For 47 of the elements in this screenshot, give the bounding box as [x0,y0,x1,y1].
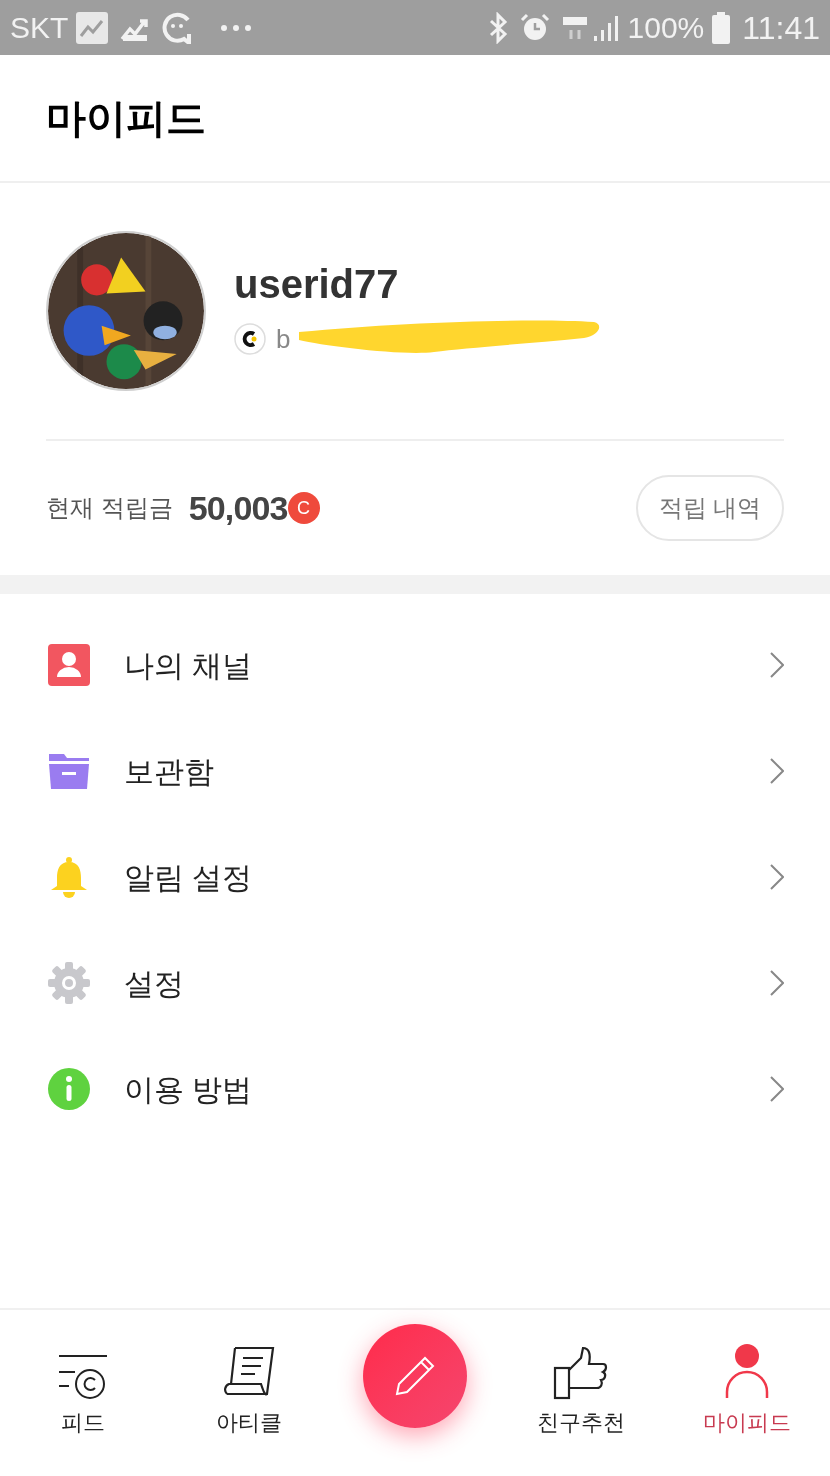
bell-icon [49,856,89,898]
nav-tab[interactable]: 마이피드 [664,1340,830,1439]
gear-icon [48,962,90,1004]
battery-percent: 100% [627,10,705,46]
menu-item[interactable]: 보관함 [0,718,830,824]
person-icon [725,1344,769,1400]
chart-icon [76,11,109,44]
thumbs-up-icon [553,1346,609,1400]
chat-bubble-icon [162,11,193,44]
nav-tab[interactable]: 친구추천 [498,1340,664,1439]
menu-label: 설정 [124,965,185,1002]
nav-tab[interactable]: 피드 [0,1340,166,1439]
email-text: b [276,322,291,356]
coin-badge: C [287,492,320,524]
menu-label: 이용 방법 [124,1071,254,1108]
bluetooth-icon [487,11,508,44]
person-icon [48,644,90,686]
battery-icon [712,11,731,44]
nav-tab[interactable]: 아티클 [166,1340,332,1439]
menu-item[interactable]: 나의 채널 [0,612,830,718]
chevron-right-icon [770,970,784,996]
menu-label: 나의 채널 [124,647,254,684]
chevron-right-icon [770,1076,784,1102]
menu-label: 알림 설정 [124,859,254,896]
menu-item[interactable]: 이용 방법 [0,1036,830,1142]
page-title: 마이피드 [46,95,206,142]
chevron-right-icon [770,758,784,784]
signal-icon [591,13,620,42]
menu-label: 보관함 [124,753,215,790]
carrier-name: SKT [10,10,69,46]
chevron-right-icon [770,864,784,890]
logo-icon [234,323,266,355]
menu-item[interactable]: 알림 설정 [0,824,830,930]
points-label: 현재 적립금 [46,493,173,523]
lte-signal-icon [561,14,588,41]
info-icon [48,1068,90,1110]
more-icon [220,23,253,32]
username: userid77 [234,263,399,304]
folder-icon [48,752,90,790]
history-button[interactable]: 적립 내역 [636,475,784,541]
menu-item[interactable]: 설정 [0,930,830,1036]
points-amount: 50,003 [188,487,288,529]
chevron-right-icon [770,652,784,678]
clock-time: 11:41 [742,8,820,48]
write-button[interactable] [363,1324,467,1428]
pencil-icon [393,1354,437,1398]
alarm-clock-icon [519,12,550,43]
